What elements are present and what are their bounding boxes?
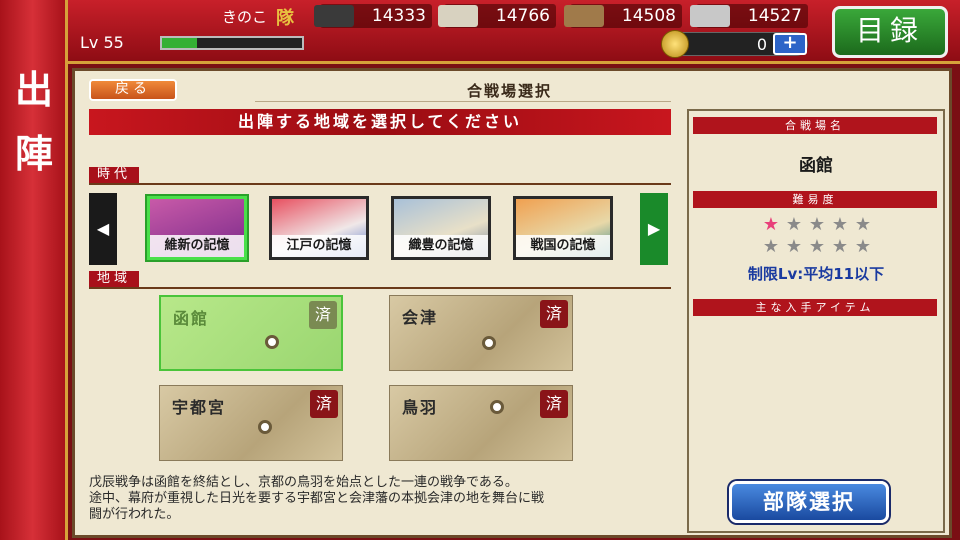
difficulty-star-icon: ★	[854, 236, 872, 257]
era-next-arrow[interactable]: ▶	[640, 193, 668, 265]
instruction-banner: 出陣する地域を選択してください	[89, 109, 671, 135]
era-section-label: 時代	[89, 167, 140, 183]
main-panel: 戻る 合戦場選択 出陣する地域を選択してください 時代 ◀ 維新の記憶 江戸の記…	[72, 68, 952, 538]
resource-value: 14508	[621, 6, 676, 26]
difficulty-stars-row: ★ ★ ★ ★ ★	[761, 237, 881, 257]
coin-value: 0	[756, 35, 767, 54]
rice-icon	[438, 5, 478, 27]
region-aizu[interactable]: 会津 済	[389, 295, 573, 371]
description-line: 戊辰戦争は函館を終結とし、京都の鳥羽を始点とした一連の戦争である。	[89, 475, 518, 490]
back-button[interactable]: 戻る	[89, 79, 177, 101]
add-coins-button[interactable]: +	[773, 33, 807, 55]
clan-mark: 隊	[276, 8, 294, 29]
title-divider	[255, 101, 671, 102]
cleared-badge: 済	[310, 390, 338, 418]
region-name: 鳥羽	[402, 398, 439, 417]
resource-steel: 14527	[690, 4, 808, 28]
top-bar: きのこ 隊 Lv 55 14333 14766 14508 14527 0 + …	[0, 0, 960, 64]
era-label: 織豊の記憶	[394, 235, 488, 257]
era-prev-arrow[interactable]: ◀	[89, 193, 117, 265]
difficulty-star-icon: ★	[831, 214, 849, 235]
coin-icon	[661, 30, 689, 58]
difficulty-stars-row: ★ ★ ★ ★ ★	[761, 215, 881, 235]
resource-value: 14766	[495, 6, 550, 26]
cleared-badge: 済	[540, 390, 568, 418]
location-marker-icon	[258, 420, 272, 434]
select-unit-button[interactable]: 部隊選択	[729, 481, 889, 523]
difficulty-star-icon: ★	[854, 214, 872, 235]
resource-value: 14527	[747, 6, 802, 26]
difficulty-star-icon: ★	[808, 236, 826, 257]
era-label: 戦国の記憶	[516, 235, 610, 257]
ribbon-label: 出陣	[14, 67, 53, 176]
battle-description: 戊辰戦争は函館を終結とし、京都の鳥羽を始点とした一連の戦争である。 途中、幕府が…	[89, 475, 689, 523]
difficulty-star-icon: ★	[762, 236, 780, 257]
cleared-badge: 済	[540, 300, 568, 328]
era-card-sengoku[interactable]: 戦国の記憶	[513, 196, 613, 260]
coin-counter: 0 +	[661, 30, 808, 58]
difficulty-star-icon: ★	[785, 214, 803, 235]
cleared-badge: 済	[309, 301, 337, 329]
sortie-ribbon: 出陣	[0, 0, 68, 540]
battlefield-name: 函館	[799, 156, 833, 176]
description-line: 途中、幕府が重視した日光を要する宇都宮と会津藩の本拠会津の地を舞台に戦	[89, 491, 545, 506]
era-label: 江戸の記憶	[272, 235, 366, 257]
difficulty-star-icon: ★	[762, 214, 780, 235]
player-level: Lv 55	[80, 33, 124, 52]
region-section-label: 地域	[89, 271, 140, 287]
iron-icon	[314, 5, 354, 27]
region-utsunomiya[interactable]: 宇都宮 済	[159, 385, 343, 461]
player-name: きのこ	[222, 8, 268, 26]
location-marker-icon	[482, 336, 496, 350]
difficulty-star-icon: ★	[808, 214, 826, 235]
era-card-edo[interactable]: 江戸の記憶	[269, 196, 369, 260]
era-card-shokuho[interactable]: 織豊の記憶	[391, 196, 491, 260]
resource-wood: 14508	[564, 4, 682, 28]
difficulty-star-icon: ★	[831, 236, 849, 257]
catalog-button[interactable]: 目録	[832, 6, 948, 58]
items-header: 主な入手アイテム	[693, 299, 937, 316]
exp-bar	[160, 36, 304, 50]
location-marker-icon	[490, 400, 504, 414]
level-limit: 制限Lv:平均11以下	[747, 265, 885, 283]
region-name: 宇都宮	[172, 398, 227, 417]
resource-rice: 14766	[438, 4, 556, 28]
wood-icon	[564, 5, 604, 27]
resource-value: 14333	[371, 6, 426, 26]
battlefield-info-panel: 合戦場名 函館 難易度 ★ ★ ★ ★ ★ ★ ★ ★ ★ ★ 制限Lv:平均11以下 主な入手…	[687, 109, 945, 533]
region-name: 函館	[173, 309, 210, 328]
steel-icon	[690, 5, 730, 27]
region-hakodate[interactable]: 函館 済	[159, 295, 343, 371]
region-divider	[89, 287, 671, 289]
era-divider	[89, 183, 671, 185]
era-label: 維新の記憶	[150, 235, 244, 257]
resource-iron: 14333	[314, 4, 432, 28]
description-line: 闘が行われた。	[89, 507, 180, 522]
exp-bar-fill	[162, 38, 197, 48]
difficulty-star-icon: ★	[785, 236, 803, 257]
region-toba[interactable]: 鳥羽 済	[389, 385, 573, 461]
region-name: 会津	[402, 308, 439, 327]
location-marker-icon	[265, 335, 279, 349]
difficulty-header: 難易度	[693, 191, 937, 208]
era-card-ishin[interactable]: 維新の記憶	[147, 196, 247, 260]
screen-title: 合戦場選択	[467, 82, 553, 100]
battlefield-name-header: 合戦場名	[693, 117, 937, 134]
